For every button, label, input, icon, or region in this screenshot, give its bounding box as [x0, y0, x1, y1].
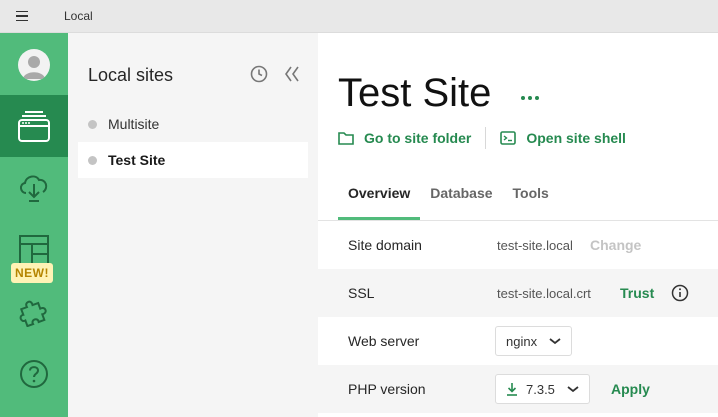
row-label: Site domain [348, 237, 422, 253]
folder-icon [338, 132, 354, 145]
row-label: Web server [348, 333, 420, 349]
row-web-server: Web server nginx [318, 317, 718, 365]
row-php-version: PHP version 7.3.5 Apply [318, 365, 718, 413]
clock-icon[interactable] [250, 65, 268, 83]
collapse-icon[interactable] [284, 65, 300, 83]
title-bar: Local [0, 0, 718, 33]
blueprint-icon [19, 235, 49, 264]
site-detail: Test Site Go to site folder Open site sh… [318, 33, 718, 417]
cloud-download-icon [20, 175, 48, 202]
sites-icon [18, 111, 50, 142]
sites-panel: Local sites Multisite Test Site [68, 33, 318, 417]
sites-heading: Local sites [88, 65, 174, 85]
avatar[interactable] [18, 49, 50, 81]
site-item-multisite[interactable]: Multisite [78, 106, 308, 142]
site-item-label: Test Site [108, 152, 166, 168]
tab-overview[interactable]: Overview [338, 179, 421, 220]
more-options-button[interactable] [514, 87, 546, 109]
apply-button[interactable]: Apply [611, 381, 650, 397]
status-dot [88, 155, 97, 165]
hamburger-icon [16, 9, 28, 23]
select-value: nginx [506, 333, 538, 349]
help-icon [20, 360, 48, 388]
tab-database[interactable]: Database [420, 179, 502, 220]
site-tabs: Overview Database Tools [338, 179, 559, 220]
ssl-cert-value: test-site.local.crt [497, 285, 591, 301]
avatar-icon [23, 56, 45, 79]
chevron-down-icon [549, 338, 561, 345]
menu-button[interactable] [0, 0, 44, 33]
rail-item-connect[interactable] [0, 172, 68, 204]
row-label: PHP version [348, 381, 426, 397]
row-ssl: SSL test-site.local.crt Trust [318, 269, 718, 317]
rail-item-help[interactable] [0, 359, 68, 389]
info-icon[interactable] [671, 284, 689, 302]
left-rail: NEW! [0, 33, 68, 417]
window-title: Local [64, 9, 93, 23]
change-domain-button[interactable]: Change [590, 237, 641, 253]
divider [485, 127, 487, 149]
site-item-test-site[interactable]: Test Site [78, 142, 308, 178]
rail-item-addons[interactable] [0, 295, 68, 327]
status-dot [88, 119, 97, 129]
addons-icon [19, 300, 47, 327]
go-to-site-folder-link[interactable]: Go to site folder [338, 130, 471, 146]
web-server-select[interactable]: nginx [495, 326, 573, 356]
link-label: Go to site folder [364, 130, 472, 146]
tab-tools[interactable]: Tools [503, 179, 559, 220]
php-version-select[interactable]: 7.3.5 [495, 374, 590, 404]
new-badge: NEW! [11, 263, 53, 283]
rail-item-sites[interactable] [0, 111, 68, 143]
link-label: Open site shell [526, 130, 626, 146]
row-label: SSL [348, 285, 375, 301]
download-icon [507, 383, 517, 396]
site-item-label: Multisite [108, 116, 160, 132]
rail-item-blueprints[interactable] [0, 234, 68, 264]
trust-button[interactable]: Trust [620, 285, 654, 301]
row-site-domain: Site domain test-site.local Change [318, 221, 718, 269]
open-site-shell-link[interactable]: Open site shell [500, 130, 626, 146]
terminal-icon [500, 131, 517, 145]
page-title: Test Site [338, 71, 492, 115]
select-value: 7.3.5 [526, 381, 555, 397]
site-domain-value: test-site.local [497, 237, 573, 253]
chevron-down-icon [567, 386, 579, 393]
